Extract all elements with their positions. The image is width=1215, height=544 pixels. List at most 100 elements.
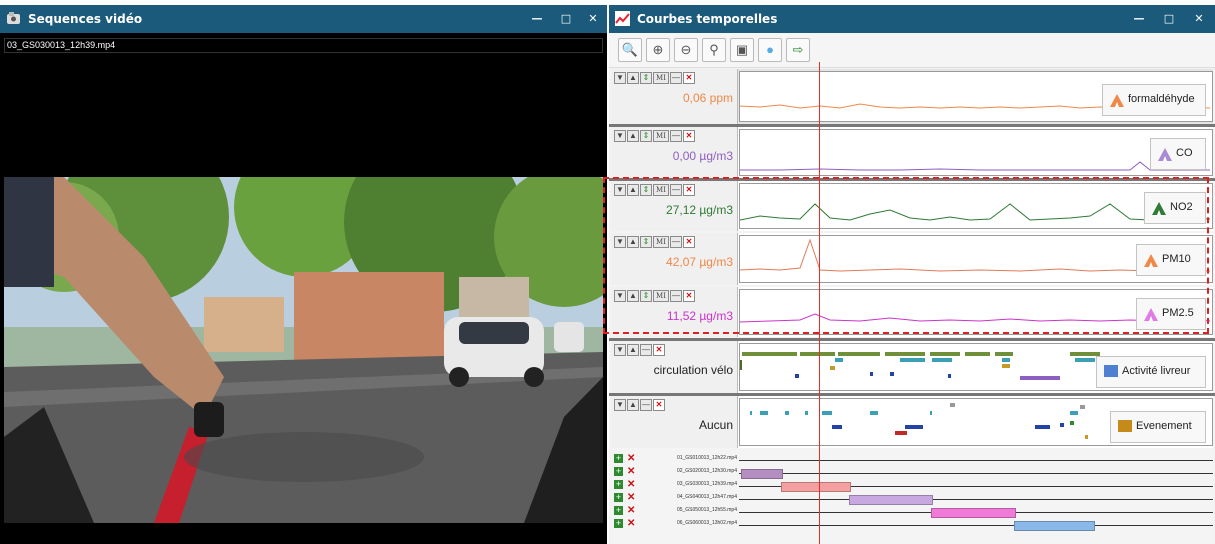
screenshot-icon[interactable]: ▣ bbox=[730, 38, 754, 62]
mi-button[interactable]: MI bbox=[653, 130, 669, 142]
track-activity[interactable]: ▼ ▲ — ✕ circulation vélo Activité livreu… bbox=[611, 341, 1213, 393]
collapse-button[interactable]: — bbox=[670, 72, 682, 84]
resize-button[interactable]: ⇕ bbox=[640, 72, 652, 84]
zoom-in-icon[interactable]: ⊕ bbox=[646, 38, 670, 62]
legend-co: CO bbox=[1150, 138, 1206, 170]
remove-icon[interactable]: ✕ bbox=[627, 492, 635, 503]
legend-evenement: Evenement bbox=[1110, 411, 1206, 443]
activity-plot[interactable]: Activité livreur bbox=[739, 343, 1213, 391]
ribbon-filename: 03_GS030013_12h39.mp4 bbox=[676, 481, 737, 487]
ribbon-row[interactable]: + ✕ 04_GS040013_12h47.mp4 bbox=[611, 492, 1213, 505]
ribbon-line bbox=[739, 525, 1213, 526]
maximize-button[interactable]: □ bbox=[1160, 10, 1178, 28]
add-icon[interactable]: + bbox=[614, 519, 623, 528]
event-label: Aucun bbox=[698, 418, 733, 432]
tent-icon bbox=[1158, 148, 1172, 161]
resize-button[interactable]: ⇕ bbox=[640, 130, 652, 142]
move-down-button[interactable]: ▼ bbox=[614, 344, 626, 356]
minimize-button[interactable]: — bbox=[1130, 10, 1148, 28]
add-icon[interactable]: + bbox=[614, 493, 623, 502]
video-window-title: Sequences vidéo bbox=[28, 12, 143, 26]
track-controls: ▼ ▲ — ✕ bbox=[614, 399, 666, 411]
move-up-button[interactable]: ▲ bbox=[627, 72, 639, 84]
video-filename: 03_GS030013_12h39.mp4 bbox=[7, 40, 116, 50]
track-side-panel: ▼ ▲ ⇕ MI — ✕ 0,00 µg/m3 bbox=[611, 127, 738, 178]
remove-track-button[interactable]: ✕ bbox=[653, 399, 665, 411]
export-icon[interactable]: ⇨ bbox=[786, 38, 810, 62]
track-side-panel: ▼ ▲ ⇕ MI — ✕ 0,06 ppm bbox=[611, 69, 738, 124]
legend-swatch bbox=[1118, 420, 1132, 432]
mi-button[interactable]: MI bbox=[653, 72, 669, 84]
selection-highlight bbox=[603, 177, 1209, 334]
ribbon-bar[interactable] bbox=[931, 508, 1016, 518]
legend-swatch bbox=[1104, 365, 1118, 377]
ribbon-row[interactable]: + ✕ 05_GS050013_12h55.mp4 bbox=[611, 505, 1213, 518]
video-ribbons: + ✕ 01_GS010013_12h22.mp4 + ✕ 02_GS020013_… bbox=[611, 448, 1213, 544]
ribbon-filename: 05_GS050013_12h55.mp4 bbox=[676, 507, 737, 513]
ribbon-row[interactable]: + ✕ 02_GS020013_12h30.mp4 bbox=[611, 466, 1213, 479]
remove-track-button[interactable]: ✕ bbox=[683, 72, 695, 84]
comment-icon[interactable]: ● bbox=[758, 38, 782, 62]
remove-icon[interactable]: ✕ bbox=[627, 466, 635, 477]
chart-toolbar: 🔍 ⊕ ⊖ ⚲ ▣ ● ⇨ bbox=[609, 33, 1215, 68]
ribbon-bar[interactable] bbox=[780, 482, 852, 492]
ribbon-filename: 01_GS010013_12h22.mp4 bbox=[676, 455, 737, 461]
track-plot[interactable]: formaldéhyde bbox=[739, 71, 1213, 122]
add-icon[interactable]: + bbox=[614, 467, 623, 476]
video-window-titlebar[interactable]: Sequences vidéo — □ ✕ bbox=[0, 5, 607, 33]
move-up-button[interactable]: ▲ bbox=[627, 399, 639, 411]
ribbon-bar[interactable] bbox=[1013, 521, 1096, 531]
track-value: 0,00 µg/m3 bbox=[672, 149, 733, 163]
add-icon[interactable]: + bbox=[614, 480, 623, 489]
move-down-button[interactable]: ▼ bbox=[614, 399, 626, 411]
remove-track-button[interactable]: ✕ bbox=[683, 130, 695, 142]
collapse-button[interactable]: — bbox=[640, 344, 652, 356]
track-controls: ▼ ▲ — ✕ bbox=[614, 344, 666, 356]
track-plot[interactable]: CO bbox=[739, 129, 1213, 176]
track-controls: ▼ ▲ ⇕ MI — ✕ bbox=[614, 130, 696, 142]
video-frame[interactable] bbox=[4, 177, 603, 523]
remove-icon[interactable]: ✕ bbox=[627, 518, 635, 529]
remove-icon[interactable]: ✕ bbox=[627, 479, 635, 490]
remove-track-button[interactable]: ✕ bbox=[653, 344, 665, 356]
close-button[interactable]: ✕ bbox=[584, 10, 602, 28]
collapse-button[interactable]: — bbox=[670, 130, 682, 142]
ribbon-row[interactable]: + ✕ 06_GS060013_13h02.mp4 bbox=[611, 518, 1213, 531]
add-icon[interactable]: + bbox=[614, 506, 623, 515]
film-icon bbox=[7, 12, 20, 24]
track-formaldehyde[interactable]: ▼ ▲ ⇕ MI — ✕ 0,06 ppm formaldéhyde bbox=[611, 69, 1213, 124]
video-scene-image bbox=[4, 177, 603, 523]
chart-window-titlebar[interactable]: Courbes temporelles — □ ✕ bbox=[609, 5, 1215, 33]
move-up-button[interactable]: ▲ bbox=[627, 130, 639, 142]
zoom-out-icon[interactable]: ⊖ bbox=[674, 38, 698, 62]
track-side-panel: ▼ ▲ — ✕ Aucun bbox=[611, 396, 738, 448]
event-plot[interactable]: Evenement bbox=[739, 398, 1213, 446]
move-up-button[interactable]: ▲ bbox=[627, 344, 639, 356]
move-down-button[interactable]: ▼ bbox=[614, 72, 626, 84]
close-button[interactable]: ✕ bbox=[1190, 10, 1208, 28]
remove-icon[interactable]: ✕ bbox=[627, 453, 635, 464]
ribbon-line bbox=[739, 499, 1213, 500]
minimize-button[interactable]: — bbox=[528, 10, 546, 28]
zoom-reset-icon[interactable]: ⚲ bbox=[702, 38, 726, 62]
ribbon-row[interactable]: + ✕ 03_GS030013_12h39.mp4 bbox=[611, 479, 1213, 492]
track-evenement[interactable]: ▼ ▲ — ✕ Aucun Evenement bbox=[611, 396, 1213, 448]
ribbon-line bbox=[739, 460, 1213, 461]
video-filename-bar: 03_GS030013_12h39.mp4 bbox=[4, 38, 603, 53]
ribbon-row[interactable]: + ✕ 01_GS010013_12h22.mp4 bbox=[611, 453, 1213, 466]
ribbon-bar[interactable] bbox=[849, 495, 934, 505]
move-down-button[interactable]: ▼ bbox=[614, 130, 626, 142]
remove-icon[interactable]: ✕ bbox=[627, 505, 635, 516]
track-value: 0,06 ppm bbox=[682, 91, 733, 105]
ribbon-bar[interactable] bbox=[741, 469, 783, 479]
track-controls: ▼ ▲ ⇕ MI — ✕ bbox=[614, 72, 696, 84]
collapse-button[interactable]: — bbox=[640, 399, 652, 411]
ribbon-line bbox=[739, 473, 1213, 474]
track-side-panel: ▼ ▲ — ✕ circulation vélo bbox=[611, 341, 738, 393]
video-window: Sequences vidéo — □ ✕ 03_GS030013_12h39.… bbox=[0, 5, 607, 544]
zoom-icon[interactable]: 🔍 bbox=[618, 38, 642, 62]
ribbon-filename: 04_GS040013_12h47.mp4 bbox=[676, 494, 737, 500]
maximize-button[interactable]: □ bbox=[557, 10, 575, 28]
add-icon[interactable]: + bbox=[614, 454, 623, 463]
track-co[interactable]: ▼ ▲ ⇕ MI — ✕ 0,00 µg/m3 CO bbox=[611, 127, 1213, 178]
